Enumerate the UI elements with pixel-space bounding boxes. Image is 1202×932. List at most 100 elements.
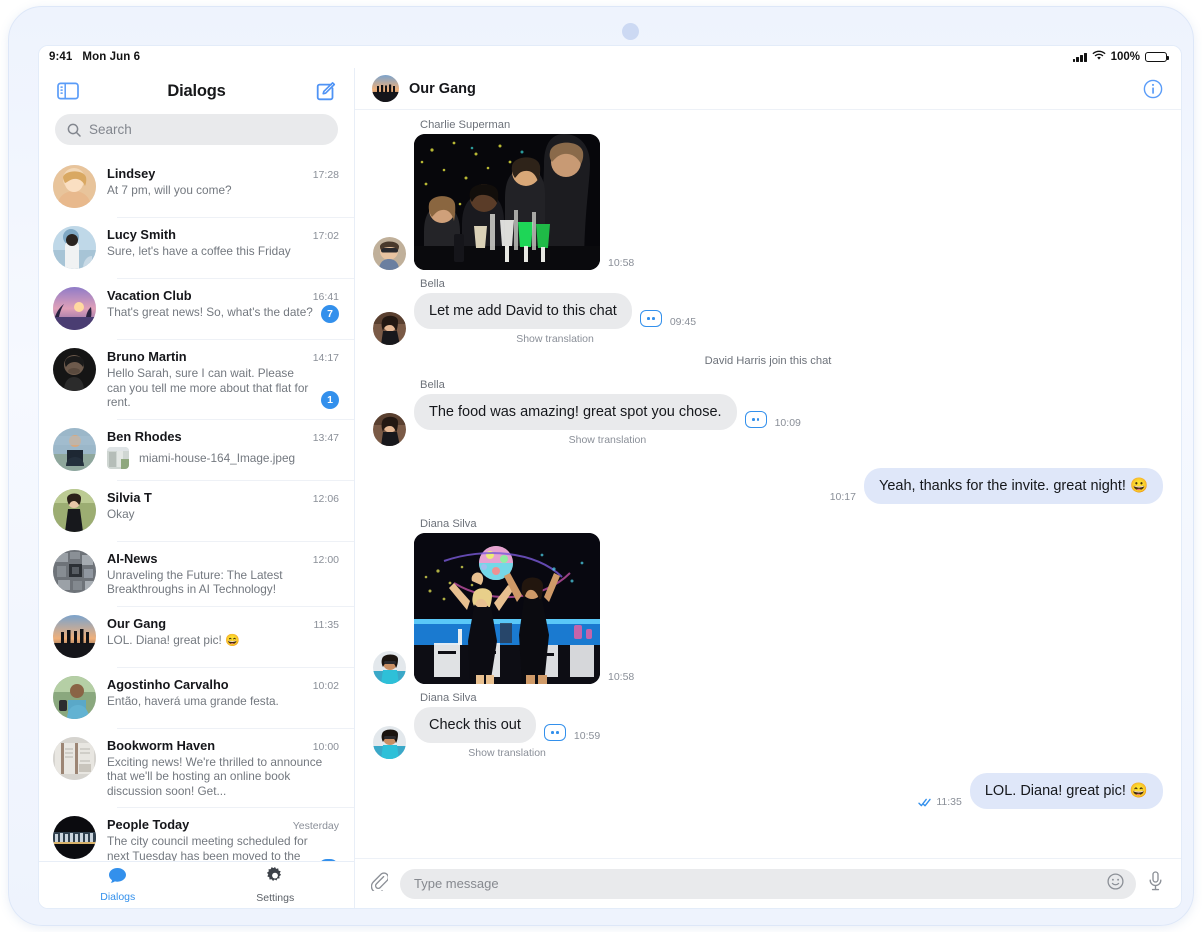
gear-icon	[266, 866, 284, 890]
message-sender: Charlie Superman	[420, 119, 511, 131]
translate-icon[interactable]	[639, 310, 662, 327]
list-item[interactable]: Lucy Smith 17:02 Sure, let's have a coff…	[39, 217, 354, 278]
dialog-time: 14:17	[312, 352, 339, 364]
message-bubble[interactable]: Let me add David to this chat	[414, 293, 632, 329]
avatar	[373, 237, 406, 270]
list-item[interactable]: Lindsey 17:28 At 7 pm, will you come?	[39, 156, 354, 217]
tab-label: Settings	[256, 891, 295, 904]
dialog-preview: Sure, let's have a coffee this Friday	[107, 244, 291, 258]
list-item[interactable]: Agostinho Carvalho 10:02 Então, haverá u…	[39, 666, 354, 728]
dialog-time: 12:00	[312, 553, 339, 566]
dialog-name: People Today	[107, 817, 190, 832]
sidebar-header: Dialogs	[39, 68, 354, 114]
unread-badge: 1	[321, 390, 339, 409]
search-icon	[67, 123, 81, 137]
show-translation-link[interactable]: Show translation	[414, 747, 600, 759]
translate-icon[interactable]	[543, 724, 566, 741]
message-time: 10:09	[774, 417, 801, 429]
message-row: Charlie Superman 10:58	[373, 119, 1163, 270]
avatar	[53, 226, 96, 269]
avatar	[53, 287, 96, 330]
message-photo[interactable]	[414, 533, 600, 684]
list-item[interactable]: Silvia T 12:06 Okay	[39, 479, 354, 541]
dialog-name: Ben Rhodes	[107, 428, 182, 444]
attachment-thumbnail	[107, 446, 129, 469]
list-item[interactable]: Ben Rhodes 13:47 miami-house-164_Image.j…	[39, 418, 354, 480]
tab-dialogs[interactable]: Dialogs	[39, 862, 197, 908]
chat-bubble-icon	[108, 867, 127, 889]
message-row: Bella The food was amazing! great spot y…	[373, 379, 1163, 446]
message-time: 09:45	[669, 316, 697, 328]
dialog-name: Our Gang	[107, 615, 167, 631]
avatar	[53, 549, 96, 593]
dialog-name: AI-News	[107, 550, 158, 566]
show-translation-link[interactable]: Show translation	[414, 333, 696, 345]
composer: Type message	[355, 858, 1181, 908]
list-item[interactable]: People Today Yesterday The city council …	[39, 807, 354, 861]
dialog-preview: Então, haverá uma grande festa.	[107, 693, 279, 708]
message-bubble[interactable]: The food was amazing! great spot you cho…	[414, 394, 737, 430]
message-bubble[interactable]: Check this out	[414, 707, 536, 743]
battery-percent: 100%	[1110, 51, 1140, 63]
dialog-list[interactable]: Lindsey 17:28 At 7 pm, will you come? Lu…	[39, 156, 354, 861]
dialog-name: Silvia T	[107, 489, 152, 505]
avatar	[373, 413, 406, 446]
list-item[interactable]: AI-News 12:00 Unraveling the Future: The…	[39, 540, 354, 606]
compose-icon[interactable]	[313, 79, 337, 103]
dialog-name: Agostinho Carvalho	[107, 676, 229, 692]
dialog-name: Lindsey	[107, 166, 156, 181]
status-time: 9:41	[49, 51, 73, 63]
status-bar: 9:41 Mon Jun 6 100%	[39, 46, 1181, 68]
message-row: Bella Let me add David to this chat 09:4…	[373, 278, 1163, 345]
message-input-placeholder: Type message	[414, 876, 499, 891]
message-bubble[interactable]: Yeah, thanks for the invite. great night…	[863, 468, 1163, 504]
emoji-smiley-icon[interactable]	[1107, 872, 1124, 895]
dialog-time: Yesterday	[292, 820, 339, 832]
message-status: 11:35	[918, 796, 962, 809]
info-circle-icon[interactable]	[1143, 79, 1163, 99]
show-translation-link[interactable]: Show translation	[414, 434, 801, 446]
dialog-preview: Hello Sarah, sure I can wait. Please can…	[107, 366, 309, 409]
tablet-screen: 9:41 Mon Jun 6 100% Dialogs Search Linds…	[38, 45, 1182, 909]
avatar	[53, 348, 96, 391]
attachment-filename: miami-house-164_Image.jpeg	[139, 450, 296, 465]
sidebar-toggle-icon[interactable]	[56, 79, 80, 103]
list-item[interactable]: Vacation Club 16:41 That's great news! S…	[39, 278, 354, 339]
message-list[interactable]: Charlie Superman 10:58 Bella Let me add …	[355, 110, 1181, 858]
avatar	[53, 427, 96, 471]
message-photo[interactable]	[414, 134, 600, 270]
device-frame: 9:41 Mon Jun 6 100% Dialogs Search Linds…	[8, 6, 1194, 926]
search-input[interactable]: Search	[55, 114, 338, 145]
dialog-name: Vacation Club	[107, 288, 192, 303]
tab-settings[interactable]: Settings	[197, 862, 355, 908]
message-sender: Bella	[420, 379, 445, 391]
list-item[interactable]: Bookworm Haven 10:00 Exciting news! We'r…	[39, 727, 354, 808]
paperclip-icon[interactable]	[370, 871, 389, 896]
dialog-preview: Exciting news! We're thrilled to announc…	[107, 754, 323, 798]
avatar	[53, 614, 96, 658]
unread-badge: 7	[321, 305, 339, 323]
dialog-time: 17:02	[312, 230, 339, 242]
dialog-time: 10:02	[312, 679, 339, 692]
list-item[interactable]: Bruno Martin 14:17 Hello Sarah, sure I c…	[39, 339, 354, 419]
chat-header: Our Gang	[355, 68, 1181, 110]
avatar	[53, 816, 96, 859]
tab-label: Dialogs	[100, 891, 136, 903]
dialog-preview: LOL. Diana! great pic! 😄	[107, 632, 240, 647]
avatar[interactable]	[372, 75, 399, 102]
message-row: Diana Silva Check this out 10:59 Show tr…	[373, 692, 1163, 759]
list-item[interactable]: Our Gang 11:35 LOL. Diana! great pic! 😄	[39, 605, 354, 667]
microphone-icon[interactable]	[1148, 871, 1163, 896]
dialog-time: 17:28	[312, 169, 339, 181]
chat-title: Our Gang	[409, 80, 476, 97]
message-bubble[interactable]: LOL. Diana! great pic! 😄	[969, 773, 1163, 809]
avatar	[373, 726, 406, 759]
page-title: Dialogs	[167, 81, 226, 100]
message-sender: Diana Silva	[420, 518, 477, 530]
cellular-bars-icon	[1072, 52, 1087, 62]
message-input[interactable]: Type message	[400, 868, 1136, 899]
dialog-time: 11:35	[313, 618, 340, 631]
dialog-preview: That's great news! So, what's the date?	[107, 305, 313, 319]
message-sender: Diana Silva	[420, 692, 477, 704]
translate-icon[interactable]	[744, 411, 767, 428]
